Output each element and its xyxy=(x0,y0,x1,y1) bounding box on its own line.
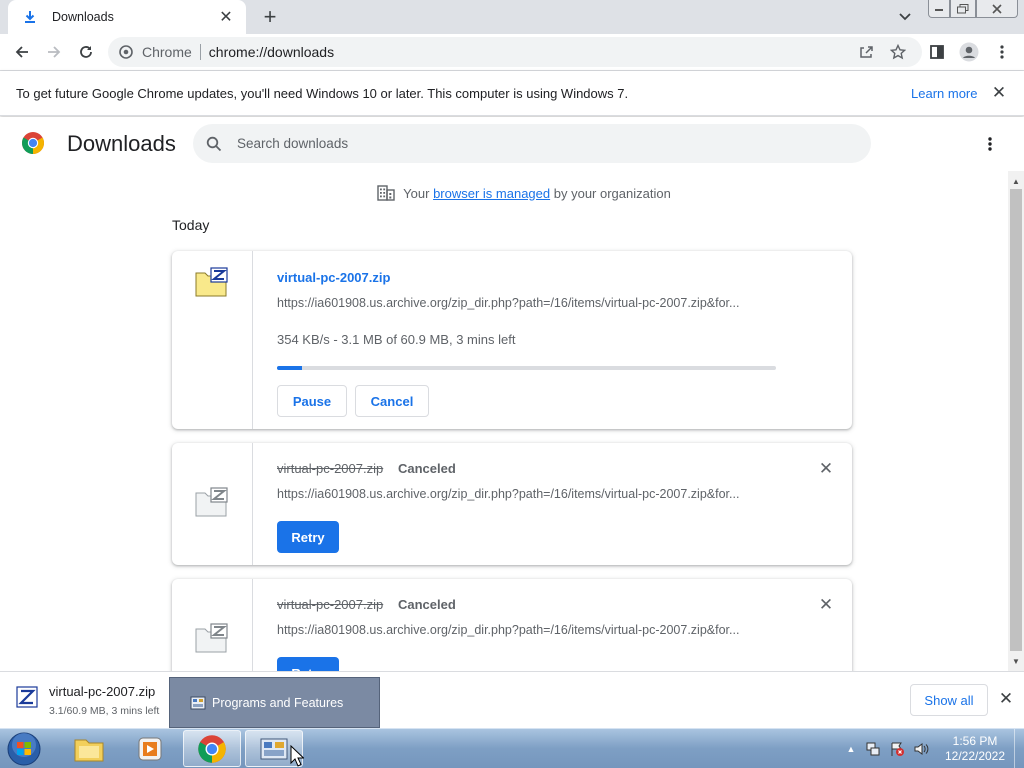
shelf-file-name: virtual-pc-2007.zip xyxy=(49,684,156,699)
managed-notice: Your browser is managed by your organiza… xyxy=(0,185,1008,201)
start-button-icon[interactable] xyxy=(5,731,43,767)
file-url-link[interactable]: https://ia601908.us.archive.org/zip_dir.… xyxy=(277,487,739,501)
card-icon-column xyxy=(172,251,253,429)
status-label: Canceled xyxy=(398,461,456,476)
scroll-thumb[interactable] xyxy=(1010,189,1022,651)
restore-button[interactable] xyxy=(950,0,976,18)
browser-toolbar: Chrome chrome://downloads xyxy=(0,34,1024,71)
file-url-link[interactable]: https://ia801908.us.archive.org/zip_dir.… xyxy=(277,623,739,637)
zip-file-icon xyxy=(195,267,228,297)
file-url-link[interactable]: https://ia601908.us.archive.org/zip_dir.… xyxy=(277,296,739,310)
download-card-canceled: virtual-pc-2007.zip Canceled https://ia6… xyxy=(172,443,852,565)
taskbar-explorer-icon[interactable] xyxy=(60,730,118,767)
pause-button[interactable]: Pause xyxy=(277,385,347,417)
file-name-canceled: virtual-pc-2007.zip xyxy=(277,461,384,476)
url-text[interactable]: chrome://downloads xyxy=(209,44,334,60)
learn-more-link[interactable]: Learn more xyxy=(911,86,977,101)
download-card-canceled: virtual-pc-2007.zip Canceled https://ia8… xyxy=(172,579,852,671)
shelf-download-item[interactable]: virtual-pc-2007.zip 3.1/60.9 MB, 3 mins … xyxy=(0,672,168,728)
tab-close-icon[interactable]: ✕ xyxy=(216,7,236,27)
window-close-button[interactable] xyxy=(976,0,1018,18)
volume-icon[interactable] xyxy=(912,740,930,758)
zip-file-icon xyxy=(16,686,38,708)
search-input[interactable] xyxy=(237,136,837,151)
infobar-close-icon[interactable]: ✕ xyxy=(990,83,1008,102)
downloads-header: Downloads xyxy=(0,117,1024,171)
reload-button[interactable] xyxy=(73,39,99,65)
action-center-flag-icon[interactable] xyxy=(888,740,906,758)
scroll-down-arrow-icon[interactable]: ▼ xyxy=(1008,653,1024,669)
taskbar-media-player-icon[interactable] xyxy=(121,730,179,767)
card-icon-column xyxy=(172,443,253,565)
tray-expand-icon[interactable]: ▲ xyxy=(844,744,858,754)
page-title: Downloads xyxy=(67,131,176,156)
tab-downloads[interactable]: Downloads ✕ xyxy=(8,0,246,34)
site-chip-label: Chrome xyxy=(142,44,192,60)
file-name-link[interactable]: virtual-pc-2007.zip xyxy=(277,270,390,285)
card-body: virtual-pc-2007.zip https://ia601908.us.… xyxy=(277,251,832,429)
minimize-button[interactable] xyxy=(928,0,950,18)
retry-button[interactable]: Retry xyxy=(277,657,339,671)
chrome-site-icon xyxy=(118,44,134,60)
forward-button[interactable] xyxy=(41,39,67,65)
managed-prefix: Your xyxy=(403,185,430,201)
remove-item-icon[interactable]: ✕ xyxy=(818,595,834,614)
side-panel-icon[interactable] xyxy=(924,39,950,65)
download-card-active: virtual-pc-2007.zip https://ia601908.us.… xyxy=(172,251,852,429)
building-icon xyxy=(377,185,395,201)
windows-taskbar: ▲ 1:56 PM 12/22/2022 xyxy=(0,728,1024,768)
status-label: Canceled xyxy=(398,597,456,612)
omnibox-divider xyxy=(199,44,201,60)
remove-item-icon[interactable]: ✕ xyxy=(818,459,834,478)
tab-strip: Downloads ✕ + xyxy=(0,0,1024,34)
address-bar[interactable]: Chrome chrome://downloads xyxy=(108,37,922,67)
chrome-logo-icon xyxy=(22,132,44,154)
progress-text: 354 KB/s - 3.1 MB of 60.9 MB, 3 mins lef… xyxy=(277,332,516,347)
zip-file-icon-gray xyxy=(195,623,228,653)
clock-time: 1:56 PM xyxy=(952,734,998,748)
managed-suffix: by your organization xyxy=(553,185,671,201)
date-header: Today xyxy=(172,217,210,233)
zip-file-icon-gray xyxy=(195,487,228,517)
infobar-message: To get future Google Chrome updates, you… xyxy=(16,86,629,101)
network-icon[interactable] xyxy=(864,740,882,758)
shelf-close-icon[interactable]: ✕ xyxy=(997,689,1015,708)
retry-button[interactable]: Retry xyxy=(277,521,339,553)
new-tab-button[interactable]: + xyxy=(258,4,282,29)
search-icon xyxy=(205,135,223,153)
taskbar-chrome-icon[interactable] xyxy=(183,730,241,767)
tab-title: Downloads xyxy=(52,10,114,24)
back-button[interactable] xyxy=(9,39,35,65)
progress-bar xyxy=(277,366,776,370)
programs-features-icon xyxy=(190,696,206,709)
card-body: virtual-pc-2007.zip Canceled https://ia8… xyxy=(277,579,832,671)
card-icon-column xyxy=(172,579,253,671)
page-scrollbar[interactable]: ▲ ▼ xyxy=(1008,171,1024,671)
card-body: virtual-pc-2007.zip Canceled https://ia6… xyxy=(277,443,832,565)
mouse-cursor-icon xyxy=(290,745,304,767)
progress-fill xyxy=(277,366,302,370)
share-icon[interactable] xyxy=(856,42,876,62)
downloads-list: Your browser is managed by your organiza… xyxy=(0,171,1008,671)
clock-date: 12/22/2022 xyxy=(944,749,1006,763)
search-box[interactable] xyxy=(193,124,871,163)
cancel-button[interactable]: Cancel xyxy=(355,385,429,417)
update-infobar: To get future Google Chrome updates, you… xyxy=(0,71,1024,116)
download-shelf: virtual-pc-2007.zip 3.1/60.9 MB, 3 mins … xyxy=(0,671,1024,728)
bookmark-star-icon[interactable] xyxy=(888,42,908,62)
shelf-file-status: 3.1/60.9 MB, 3 mins left xyxy=(49,705,160,717)
managed-link[interactable]: browser is managed xyxy=(433,186,550,201)
tooltip-label: Programs and Features xyxy=(212,695,344,710)
show-desktop-button[interactable] xyxy=(1014,729,1024,768)
scroll-up-arrow-icon[interactable]: ▲ xyxy=(1008,173,1024,189)
chevron-down-icon[interactable] xyxy=(894,7,916,27)
taskbar-tooltip: Programs and Features xyxy=(169,677,380,728)
show-all-button[interactable]: Show all xyxy=(910,684,988,716)
chrome-menu-icon[interactable] xyxy=(989,39,1015,65)
profile-avatar[interactable] xyxy=(956,39,982,65)
downloads-menu-icon[interactable] xyxy=(979,131,1001,157)
file-name-canceled: virtual-pc-2007.zip xyxy=(277,597,384,612)
download-icon xyxy=(22,9,38,25)
taskbar-clock[interactable]: 1:56 PM 12/22/2022 xyxy=(940,734,1010,764)
